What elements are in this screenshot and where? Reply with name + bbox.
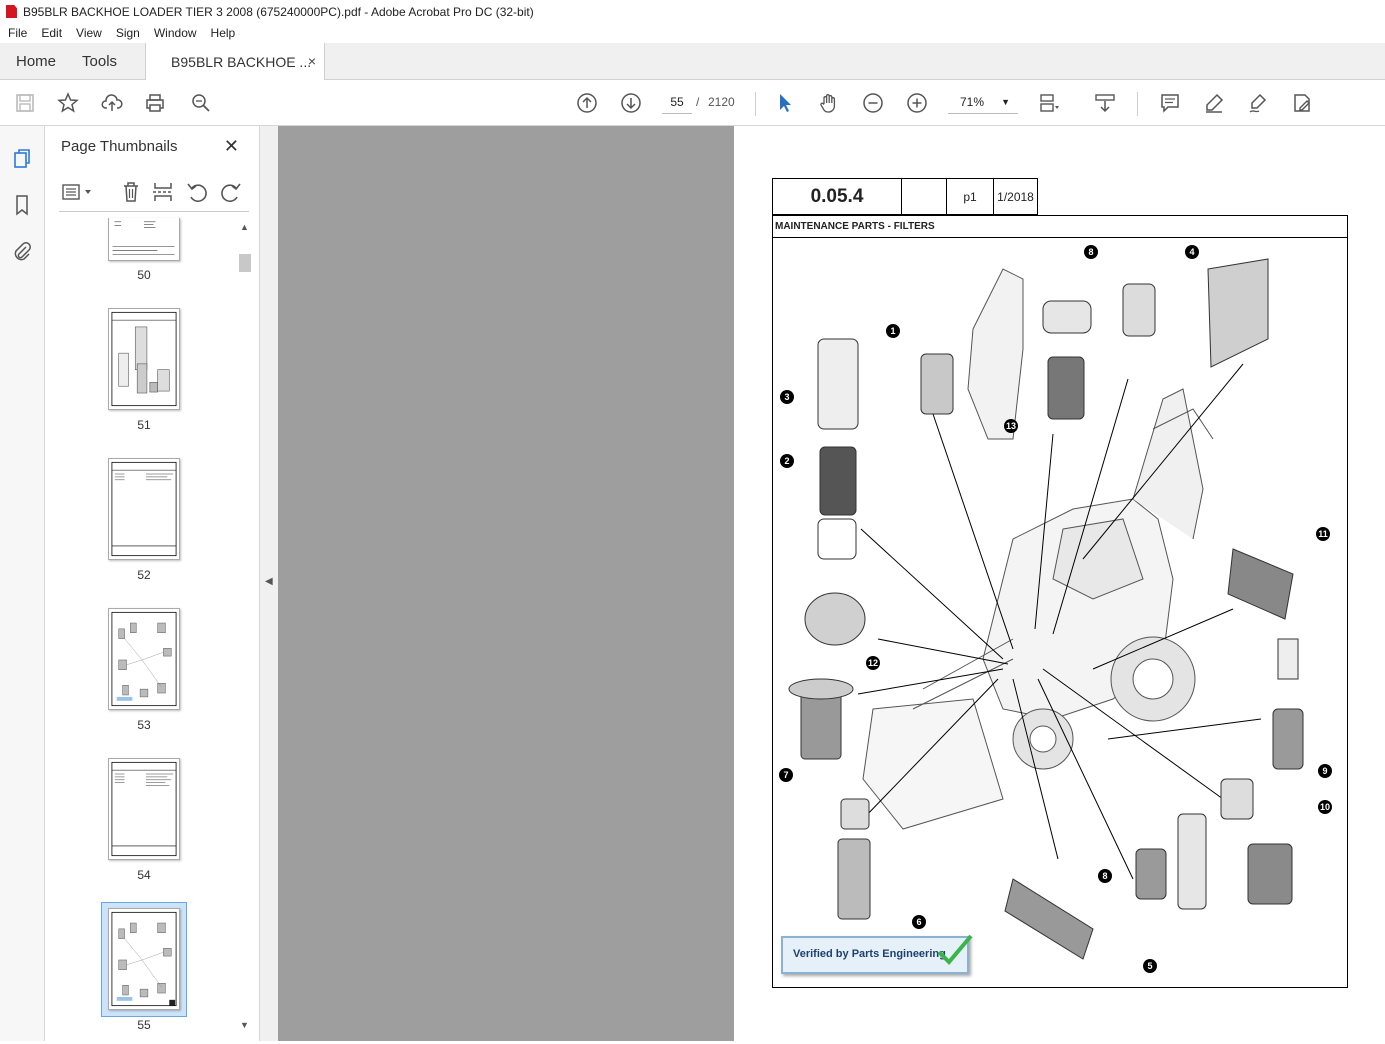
callout-12: 12 xyxy=(868,658,878,668)
callout-6: 6 xyxy=(916,917,921,927)
panel-splitter[interactable]: ◀ xyxy=(260,126,278,1041)
thumbnail-label-51: 51 xyxy=(137,418,151,432)
hand-icon[interactable] xyxy=(816,90,842,116)
thumbnail-page-53[interactable] xyxy=(108,608,180,710)
callout-5: 5 xyxy=(1147,961,1152,971)
thumbnail-scrollbar[interactable]: ▲ ▼ xyxy=(237,218,253,1033)
thumbnail-page-52[interactable] xyxy=(108,458,180,560)
page-up-icon[interactable] xyxy=(574,90,600,116)
thumbnail-page-51[interactable] xyxy=(108,308,180,410)
scrollbar-thumb[interactable] xyxy=(239,254,251,272)
pdf-page: 0.05.4 p1 1/2018 MAINTENANCE PARTS - FIL… xyxy=(734,126,1385,1041)
scroll-down-icon[interactable]: ▼ xyxy=(240,1020,249,1030)
select-cursor-icon[interactable] xyxy=(772,90,798,116)
navigation-rail xyxy=(0,126,45,1041)
options-menu-icon[interactable] xyxy=(61,180,95,204)
callout-7: 7 xyxy=(783,770,788,780)
thumbnail-label-50: 50 xyxy=(137,268,151,282)
page-header-table: 0.05.4 p1 1/2018 xyxy=(772,178,1038,215)
highlight-icon[interactable] xyxy=(1201,90,1227,116)
thumbnail-page-50[interactable] xyxy=(108,218,180,261)
tab-tools[interactable]: Tools xyxy=(72,43,131,80)
bookmarks-icon[interactable] xyxy=(11,194,33,216)
page-thumbnails-icon[interactable] xyxy=(11,148,33,170)
comment-icon[interactable] xyxy=(1157,90,1183,116)
zoom-value: 71% xyxy=(960,95,985,109)
thumbnail-label-52: 52 xyxy=(137,568,151,582)
parts-illustration-frame: MAINTENANCE PARTS - FILTERS 1 2 3 4 5 6 … xyxy=(772,215,1348,988)
edit-pdf-icon[interactable] xyxy=(1289,90,1315,116)
thumbnail-page-54[interactable] xyxy=(108,758,180,860)
page-count: 2120 xyxy=(708,95,735,109)
callout-8-top: 8 xyxy=(1088,247,1093,257)
filters-exploded-diagram: 1 2 3 4 5 6 7 8 8 9 10 11 12 13 xyxy=(779,245,1332,973)
zoom-select[interactable]: 71% ▼ xyxy=(948,90,1018,114)
search-zoom-icon[interactable] xyxy=(188,90,214,116)
acrobat-app-icon xyxy=(6,5,17,18)
section-code: 0.05.4 xyxy=(772,178,902,215)
bookmark-star-icon[interactable] xyxy=(55,90,81,116)
page-ref: p1 xyxy=(946,178,994,215)
save-icon[interactable] xyxy=(12,90,38,116)
tab-document-label: B95BLR BACKHOE ... xyxy=(171,54,312,70)
menu-sign[interactable]: Sign xyxy=(108,26,146,40)
verified-stamp: Verified by Parts Engineering xyxy=(781,934,973,974)
collapse-panel-icon[interactable]: ◀ xyxy=(265,576,273,587)
tab-close-icon[interactable]: × xyxy=(308,53,316,69)
checkmark-icon xyxy=(937,934,973,965)
close-icon[interactable]: ✕ xyxy=(224,136,239,157)
rotate-right-icon[interactable] xyxy=(219,180,243,204)
revision-date: 1/2018 xyxy=(993,178,1038,215)
thumbnail-toolbar xyxy=(59,174,249,212)
window-title: B95BLR BACKHOE LOADER TIER 3 2008 (67524… xyxy=(23,4,534,19)
menu-window[interactable]: Window xyxy=(146,26,203,40)
callout-11: 11 xyxy=(1318,529,1328,539)
callout-3: 3 xyxy=(784,392,789,402)
callout-1: 1 xyxy=(890,326,895,336)
print-icon[interactable] xyxy=(142,90,168,116)
menu-help[interactable]: Help xyxy=(203,26,242,40)
tab-bar: Home Tools B95BLR BACKHOE ... × xyxy=(0,43,1385,81)
zoom-in-icon[interactable] xyxy=(904,90,930,116)
thumbnail-label-53: 53 xyxy=(137,718,151,732)
sign-icon[interactable] xyxy=(1245,90,1271,116)
zoom-out-icon[interactable] xyxy=(860,90,886,116)
attachments-icon[interactable] xyxy=(11,240,33,262)
current-page-input[interactable]: 55 xyxy=(662,90,692,114)
page-separator: / xyxy=(696,95,700,109)
extract-pages-icon[interactable] xyxy=(151,180,175,204)
tab-home[interactable]: Home xyxy=(0,43,72,80)
header-blank-cell xyxy=(901,178,947,215)
callout-4: 4 xyxy=(1189,247,1194,257)
menu-bar: File Edit View Sign Window Help xyxy=(0,23,1385,43)
callout-8-bottom: 8 xyxy=(1102,871,1107,881)
thumbnail-label-55: 55 xyxy=(137,1018,151,1032)
tab-document[interactable]: B95BLR BACKHOE ... × xyxy=(145,43,326,81)
callout-10: 10 xyxy=(1320,802,1330,812)
callout-2: 2 xyxy=(784,456,789,466)
callout-13: 13 xyxy=(1006,421,1016,431)
menu-edit[interactable]: Edit xyxy=(33,26,68,40)
thumbnail-label-54: 54 xyxy=(137,868,151,882)
callout-9: 9 xyxy=(1322,766,1327,776)
scroll-mode-icon[interactable] xyxy=(1092,90,1118,116)
toolbar-divider xyxy=(755,92,756,116)
chevron-down-icon: ▼ xyxy=(1001,97,1010,107)
page-fit-icon[interactable] xyxy=(1036,90,1062,116)
section-title: MAINTENANCE PARTS - FILTERS xyxy=(773,216,1347,238)
menu-file[interactable]: File xyxy=(0,26,33,40)
delete-icon[interactable] xyxy=(119,180,143,204)
scroll-up-icon[interactable]: ▲ xyxy=(240,222,249,232)
panel-title: Page Thumbnails xyxy=(61,138,178,155)
menu-view[interactable]: View xyxy=(68,26,108,40)
thumbnail-page-55[interactable] xyxy=(108,908,180,1010)
upload-icon[interactable] xyxy=(99,90,125,116)
page-down-icon[interactable] xyxy=(618,90,644,116)
verified-stamp-text: Verified by Parts Engineering xyxy=(793,948,946,960)
window-title-bar: B95BLR BACKHOE LOADER TIER 3 2008 (67524… xyxy=(0,0,1385,23)
toolbar-divider xyxy=(1137,92,1138,116)
rotate-left-icon[interactable] xyxy=(185,180,209,204)
